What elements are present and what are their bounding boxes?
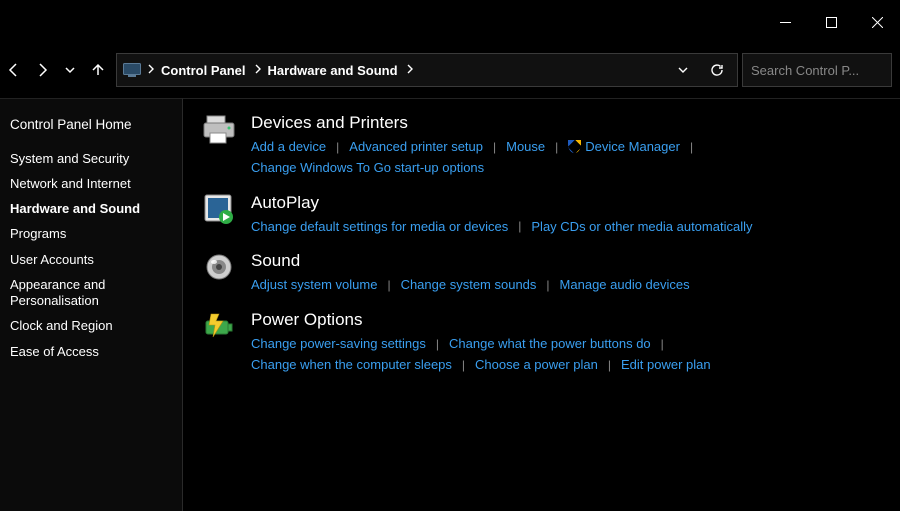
category: AutoPlay Change default settings for medi… [203,193,890,238]
category-link[interactable]: Change when the computer sleeps [251,355,452,376]
sidebar-home[interactable]: Control Panel Home [10,111,182,146]
category: SoundAdjust system volume|Change system … [203,251,890,296]
sidebar-item[interactable]: Clock and Region [10,314,182,339]
separator: | [326,138,349,157]
up-button[interactable] [84,52,112,88]
printer-icon [203,113,237,147]
power-icon [203,310,237,344]
separator: | [377,276,400,295]
sidebar-item[interactable]: Hardware and Sound [10,197,182,222]
chevron-right-icon[interactable] [254,64,262,77]
separator: | [536,276,559,295]
separator: | [452,356,475,375]
sound-icon [203,251,237,285]
breadcrumb-label: Hardware and Sound [268,63,398,78]
breadcrumb-item[interactable]: Hardware and Sound [268,63,414,78]
category: Devices and PrintersAdd a device|Advance… [203,113,890,179]
breadcrumb-item[interactable]: Control Panel [161,63,262,78]
address-bar-row: Control Panel Hardware and Sound [0,42,900,98]
separator: | [651,335,674,354]
category-links: Change power-saving settings|Change what… [251,334,890,376]
nav-arrows [0,52,112,88]
forward-button[interactable] [28,52,56,88]
body: Control Panel Home System and SecurityNe… [0,98,900,511]
minimize-button[interactable] [762,8,808,36]
separator: | [598,356,621,375]
separator: | [680,138,703,157]
category-link[interactable]: Change power-saving settings [251,334,426,355]
category-links: Adjust system volume|Change system sound… [251,275,890,296]
back-button[interactable] [0,52,28,88]
separator: | [545,138,568,157]
category-link[interactable]: Choose a power plan [475,355,598,376]
category-link[interactable]: Advanced printer setup [349,137,483,158]
category-title[interactable]: Devices and Printers [251,113,890,133]
sidebar-item[interactable]: Network and Internet [10,171,182,196]
control-panel-icon [123,61,141,79]
category-title[interactable]: Sound [251,251,890,271]
close-button[interactable] [854,8,900,36]
sidebar-item[interactable]: User Accounts [10,247,182,272]
chevron-right-icon[interactable] [147,64,155,77]
category-link[interactable]: Play CDs or other media automatically [531,217,752,238]
sidebar-item[interactable]: Ease of Access [10,339,182,364]
category-links: Add a device|Advanced printer setup|Mous… [251,137,890,179]
category: Power Options Change power-saving setting… [203,310,890,376]
category-title[interactable]: AutoPlay [251,193,890,213]
category-link[interactable]: Device Manager [568,137,680,158]
category-link[interactable]: Add a device [251,137,326,158]
separator: | [483,138,506,157]
search-input[interactable] [751,63,900,78]
category-link[interactable]: Edit power plan [621,355,711,376]
category-links: Change default settings for media or dev… [251,217,890,238]
category-link[interactable]: Manage audio devices [560,275,690,296]
category-link[interactable]: Change what the power buttons do [449,334,651,355]
category-link[interactable]: Change system sounds [401,275,537,296]
sidebar-item[interactable]: Appearance and Personalisation [10,272,182,314]
breadcrumb[interactable]: Control Panel Hardware and Sound [116,53,738,87]
separator: | [426,335,449,354]
category-link[interactable]: Change Windows To Go start-up options [251,158,484,179]
sidebar-item[interactable]: System and Security [10,146,182,171]
category-title[interactable]: Power Options [251,310,890,330]
category-link[interactable]: Mouse [506,137,545,158]
recent-locations-button[interactable] [56,52,84,88]
autoplay-icon [203,193,237,227]
category-link[interactable]: Adjust system volume [251,275,377,296]
chevron-right-icon[interactable] [406,64,414,77]
address-history-button[interactable] [669,56,697,84]
titlebar [0,0,900,42]
separator: | [508,217,531,236]
sidebar-item[interactable]: Programs [10,222,182,247]
maximize-button[interactable] [808,8,854,36]
content-area: Devices and PrintersAdd a device|Advance… [183,98,900,511]
sidebar: Control Panel Home System and SecurityNe… [0,98,183,511]
search-bar[interactable] [742,53,892,87]
category-link[interactable]: Change default settings for media or dev… [251,217,508,238]
breadcrumb-label: Control Panel [161,63,246,78]
refresh-button[interactable] [703,56,731,84]
